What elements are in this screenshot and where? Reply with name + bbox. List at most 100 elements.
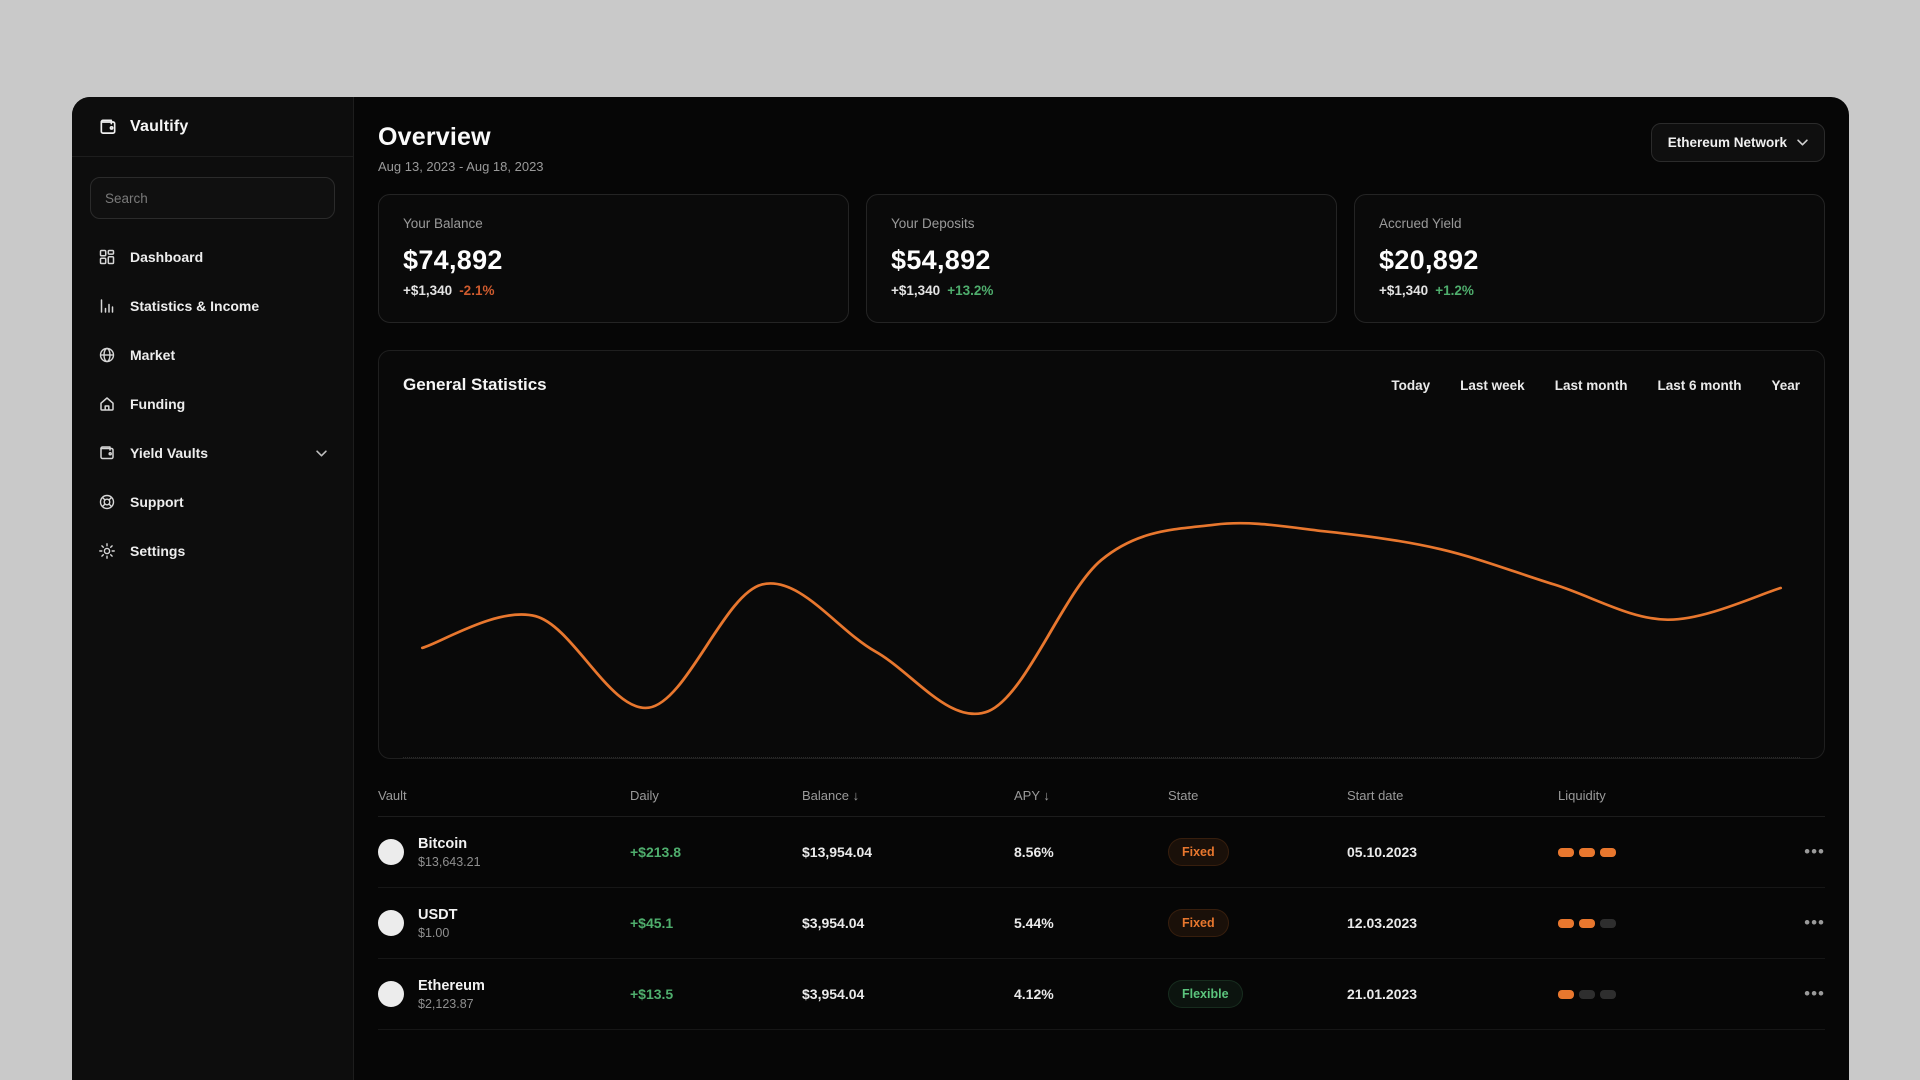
column-apy-sort[interactable]: APY ↓ <box>1014 788 1168 803</box>
row-menu-icon[interactable]: ••• <box>1785 984 1825 1004</box>
start-date: 12.03.2023 <box>1347 915 1418 931</box>
row-menu-icon[interactable]: ••• <box>1785 842 1825 862</box>
sidebar-item-dashboard[interactable]: Dashboard <box>90 237 335 277</box>
table-row-bitcoin[interactable]: Bitcoin $13,643.21 +$213.8 $13,954.04 8.… <box>378 817 1825 888</box>
filter-last-week[interactable]: Last week <box>1460 378 1525 393</box>
sidebar-item-label: Funding <box>130 396 186 412</box>
home-icon <box>98 395 116 413</box>
sidebar-item-label: Dashboard <box>130 249 204 265</box>
sidebar-item-label: Statistics & Income <box>130 298 260 314</box>
table-row-ethereum[interactable]: Ethereum $2,123.87 +$13.5 $3,954.04 4.12… <box>378 959 1825 1030</box>
stat-percent: +13.2% <box>947 283 994 298</box>
page-header: Overview Aug 13, 2023 - Aug 18, 2023 Eth… <box>378 123 1825 174</box>
stat-value: $20,892 <box>1379 245 1479 275</box>
page-title: Overview <box>378 123 491 151</box>
app-logo: Vaultify <box>72 97 353 157</box>
chevron-down-icon <box>1797 139 1808 146</box>
vault-name: Bitcoin <box>418 835 468 852</box>
state-badge: Fixed <box>1168 838 1229 866</box>
stat-delta: +$1,340 <box>891 283 941 298</box>
sidebar-item-statistics-income[interactable]: Statistics & Income <box>90 286 335 326</box>
stat-delta: +$1,340 <box>403 283 453 298</box>
liquidity-indicator <box>1558 847 1785 857</box>
stat-cards: Your Balance $74,892 +$1,340 -2.1% Your … <box>378 194 1825 323</box>
sidebar-item-label: Settings <box>130 543 186 559</box>
daily-change: +$13.5 <box>630 986 674 1002</box>
sidebar: Vaultify Dashboard <box>72 97 354 1080</box>
liquidity-indicator <box>1558 989 1785 999</box>
stat-percent: +1.2% <box>1435 283 1474 298</box>
sidebar-nav: Dashboard Statistics & Income Market Fun… <box>72 229 353 579</box>
filter-today[interactable]: Today <box>1391 378 1430 393</box>
stat-label: Your Deposits <box>891 216 975 231</box>
sidebar-item-label: Support <box>130 494 184 510</box>
filter-last-6-month[interactable]: Last 6 month <box>1657 378 1741 393</box>
coin-avatar <box>378 839 404 865</box>
balance-value: $3,954.04 <box>802 915 865 931</box>
sidebar-item-yield-vaults[interactable]: Yield Vaults <box>90 433 335 473</box>
apy-value: 5.44% <box>1014 915 1054 931</box>
table-row-usdt[interactable]: USDT $1.00 +$45.1 $3,954.04 5.44% Fixed … <box>378 888 1825 959</box>
row-menu-icon[interactable]: ••• <box>1785 913 1825 933</box>
stat-percent: -2.1% <box>459 283 495 298</box>
gear-icon <box>98 542 116 560</box>
general-statistics-card: General Statistics Today Last week Last … <box>378 350 1825 759</box>
apy-value: 8.56% <box>1014 844 1054 860</box>
column-state[interactable]: State <box>1168 788 1347 803</box>
network-selector-label: Ethereum Network <box>1667 135 1787 150</box>
column-balance-sort[interactable]: Balance ↓ <box>802 788 1014 803</box>
vault-name: Ethereum <box>418 977 485 994</box>
coin-avatar <box>378 910 404 936</box>
state-badge: Fixed <box>1168 909 1229 937</box>
chevron-down-icon <box>316 449 327 457</box>
search-input[interactable] <box>90 177 335 219</box>
vault-price: $13,643.21 <box>418 854 481 869</box>
line-chart-svg <box>420 521 1783 716</box>
bar-chart-icon <box>98 297 116 315</box>
lifebuoy-icon <box>98 493 116 511</box>
column-start-date[interactable]: Start date <box>1347 788 1558 803</box>
column-daily[interactable]: Daily <box>630 788 802 803</box>
table-header-row: Vault Daily Balance ↓ APY ↓ State Start … <box>378 775 1825 817</box>
chart-time-filters: Today Last week Last month Last 6 month … <box>1391 378 1800 393</box>
daily-change: +$45.1 <box>630 915 674 931</box>
chart-title: General Statistics <box>403 375 547 394</box>
vault-price: $1.00 <box>418 925 450 940</box>
main-content: Overview Aug 13, 2023 - Aug 18, 2023 Eth… <box>354 97 1849 1080</box>
line-chart <box>403 405 1800 758</box>
stat-delta: +$1,340 <box>1379 283 1429 298</box>
apy-value: 4.12% <box>1014 986 1054 1002</box>
start-date: 21.01.2023 <box>1347 986 1418 1002</box>
network-selector-button[interactable]: Ethereum Network <box>1650 123 1825 162</box>
date-range: Aug 13, 2023 - Aug 18, 2023 <box>378 159 544 174</box>
stat-value: $54,892 <box>891 245 991 275</box>
vault-name: USDT <box>418 906 458 923</box>
wallet-logo-icon <box>100 119 116 134</box>
globe-icon <box>98 346 116 364</box>
stat-label: Accrued Yield <box>1379 216 1462 231</box>
wallet-icon <box>98 444 116 462</box>
state-badge: Flexible <box>1168 980 1243 1008</box>
start-date: 05.10.2023 <box>1347 844 1418 860</box>
sidebar-item-funding[interactable]: Funding <box>90 384 335 424</box>
column-liquidity[interactable]: Liquidity <box>1558 788 1785 803</box>
coin-avatar <box>378 981 404 1007</box>
app-window: Vaultify Dashboard <box>72 97 1849 1080</box>
filter-year[interactable]: Year <box>1771 378 1800 393</box>
column-vault[interactable]: Vault <box>378 788 630 803</box>
daily-change: +$213.8 <box>630 844 681 860</box>
stat-card-balance: Your Balance $74,892 +$1,340 -2.1% <box>378 194 849 323</box>
stat-label: Your Balance <box>403 216 483 231</box>
app-name: Vaultify <box>130 117 189 135</box>
balance-value: $3,954.04 <box>802 986 865 1002</box>
stat-value: $74,892 <box>403 245 503 275</box>
sidebar-item-support[interactable]: Support <box>90 482 335 522</box>
stat-card-yield: Accrued Yield $20,892 +$1,340 +1.2% <box>1354 194 1825 323</box>
filter-last-month[interactable]: Last month <box>1555 378 1628 393</box>
sidebar-item-label: Yield Vaults <box>130 445 209 461</box>
sidebar-item-label: Market <box>130 347 176 363</box>
vault-price: $2,123.87 <box>418 996 474 1011</box>
sidebar-item-settings[interactable]: Settings <box>90 531 335 571</box>
balance-value: $13,954.04 <box>802 844 873 860</box>
sidebar-item-market[interactable]: Market <box>90 335 335 375</box>
